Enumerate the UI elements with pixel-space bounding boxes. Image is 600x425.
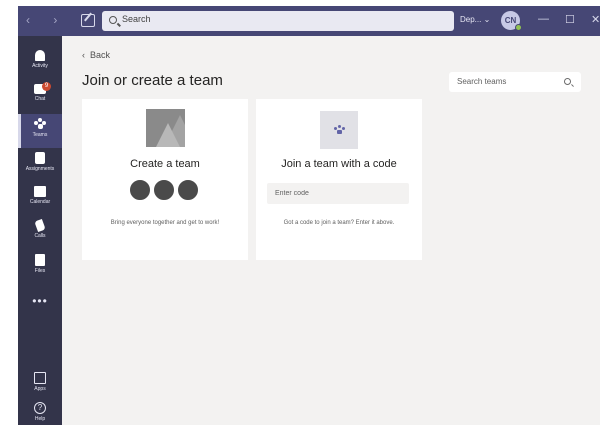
join-team-image (320, 111, 358, 149)
assignments-icon (35, 152, 45, 164)
maximize-button[interactable]: ☐ (565, 13, 575, 26)
search-teams-input[interactable]: Search teams (449, 72, 581, 92)
rail-label-teams: Teams (32, 132, 48, 138)
phone-icon (34, 218, 46, 233)
teams-icon (34, 118, 46, 130)
rail-label-calls: Calls (34, 233, 46, 239)
rail-label-files: Files (34, 268, 46, 274)
search-icon (109, 16, 117, 24)
avatar-initials: CN (504, 16, 517, 25)
rail-label-calendar: Calendar (29, 199, 51, 205)
search-placeholder: Search (122, 14, 151, 24)
more-apps-button[interactable]: ••• (18, 294, 62, 308)
rail-item-apps[interactable]: Apps (18, 368, 62, 402)
create-team-title: Create a team (130, 158, 200, 170)
join-team-title: Join a team with a code (281, 158, 397, 170)
help-icon: ? (34, 402, 46, 414)
page-title: Join or create a team (82, 72, 223, 89)
rail-label-chat: Chat (34, 96, 46, 102)
avatar (153, 179, 175, 201)
minimize-button[interactable]: — (538, 13, 549, 25)
close-button[interactable]: ✕ (591, 13, 600, 26)
apps-icon (34, 372, 46, 384)
avatar[interactable]: CN (501, 11, 522, 31)
create-team-image (146, 109, 185, 147)
rail-label-activity: Activity (32, 63, 48, 69)
tenant-switcher[interactable]: Dep... ⌄ (460, 15, 490, 24)
app-bar: Activity 9 Chat Teams Assignments Calend… (18, 36, 62, 425)
rail-item-assignments[interactable]: Assignments (18, 148, 62, 182)
back-label: Back (90, 50, 111, 60)
search-teams-placeholder: Search teams (457, 77, 507, 86)
join-team-card: Join a team with a code Got a code to jo… (256, 99, 422, 260)
rail-item-calendar[interactable]: Calendar (18, 182, 62, 216)
create-team-description: Bring everyone together and get to work! (110, 220, 220, 226)
member-avatars (129, 179, 201, 201)
rail-item-activity[interactable]: Activity (18, 46, 62, 80)
presence-icon (515, 24, 522, 31)
search-bar[interactable]: Search (102, 11, 454, 31)
teams-window: ‹ › Search Dep... ⌄ CN — ☐ ✕ Activity 9 … (18, 6, 600, 425)
join-team-description: Got a code to join a team? Enter it abov… (283, 220, 395, 226)
back-link[interactable]: ‹ Back (82, 50, 110, 60)
avatar (177, 179, 199, 201)
new-chat-icon[interactable] (81, 14, 95, 27)
rail-item-chat[interactable]: 9 Chat (18, 80, 62, 114)
rail-label-help: Help (34, 416, 46, 422)
rail-label-assignments: Assignments (25, 166, 55, 172)
rail-item-help[interactable]: ? Help (18, 398, 62, 425)
bell-icon (35, 50, 45, 61)
rail-item-calls[interactable]: Calls (18, 216, 62, 250)
files-icon (35, 254, 45, 266)
calendar-icon (34, 186, 46, 197)
search-icon (564, 78, 571, 85)
avatar (129, 179, 151, 201)
rail-item-files[interactable]: Files (18, 250, 62, 284)
create-team-card[interactable]: Create a team Bring everyone together an… (82, 99, 248, 260)
team-code-input[interactable] (267, 183, 409, 204)
rail-item-teams[interactable]: Teams (18, 114, 62, 148)
rail-label-apps: Apps (34, 386, 46, 392)
history-arrows-icon[interactable]: ‹ › (26, 13, 67, 27)
chat-badge: 9 (42, 82, 51, 91)
title-bar: ‹ › Search Dep... ⌄ CN — ☐ ✕ (18, 6, 600, 36)
